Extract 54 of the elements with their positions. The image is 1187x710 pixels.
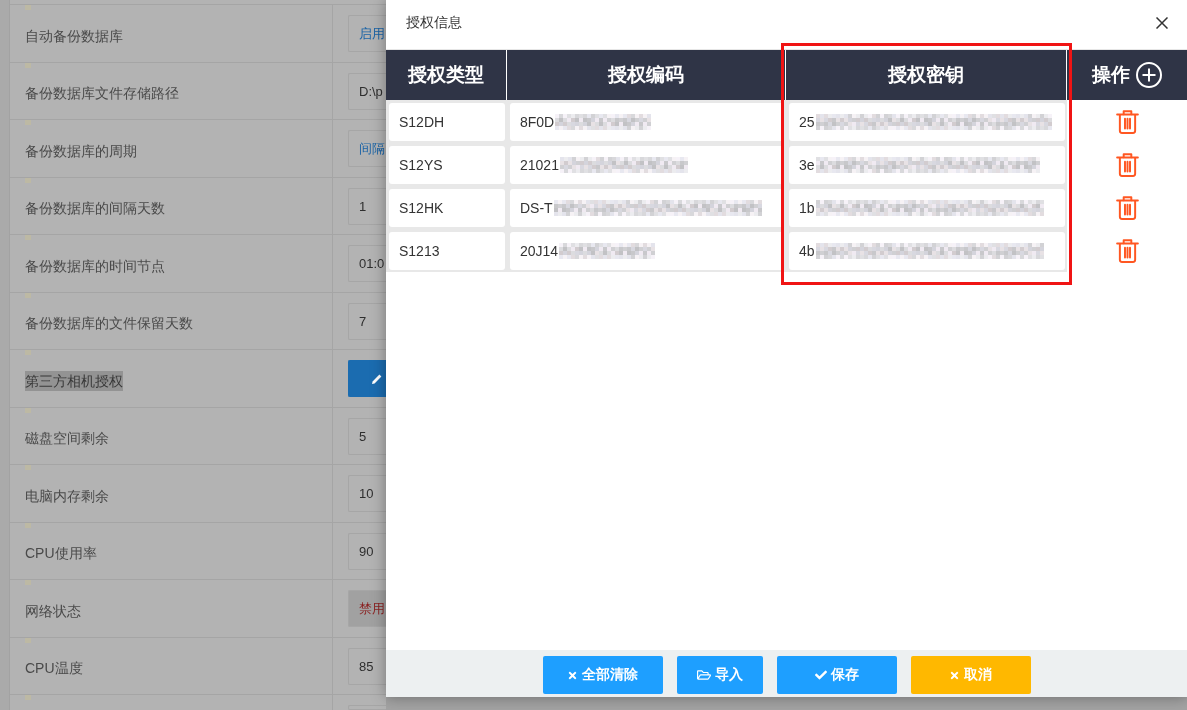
folder-icon — [696, 668, 711, 682]
trash-icon[interactable] — [1115, 109, 1139, 134]
cell-text: 8F0D — [520, 114, 555, 130]
square-marker-icon — [25, 235, 31, 240]
cell-text: 3e — [799, 157, 815, 173]
setting-label: 备份数据库的间隔天数 — [25, 199, 165, 219]
square-marker-icon — [25, 292, 31, 298]
square-marker-icon — [25, 5, 31, 10]
cell-text: 1b — [799, 200, 815, 216]
table-cell: S12YS — [389, 146, 505, 184]
square-marker-icon — [25, 695, 31, 700]
edit-button[interactable] — [348, 360, 386, 397]
cell-text: 25 — [799, 114, 815, 130]
setting-label: 磁盘空间剩余 — [25, 429, 109, 449]
pencil-icon — [372, 373, 382, 384]
x-icon — [949, 669, 960, 681]
setting-label: 备份数据库的文件保留天数 — [25, 314, 193, 334]
table-cell: S12DH — [389, 103, 505, 141]
table-cell: S1213 — [389, 232, 505, 270]
setting-label: CPU温度 — [25, 659, 83, 679]
trash-icon[interactable] — [1115, 238, 1139, 263]
trash-icon[interactable] — [1115, 195, 1139, 220]
setting-label: 备份数据库文件存储路径 — [25, 84, 179, 104]
table-cell: S12HK — [389, 189, 505, 227]
column-title: 授权密钥 — [888, 63, 964, 87]
square-marker-icon — [25, 407, 31, 413]
setting-label: 备份数据库的时间节点 — [25, 256, 165, 276]
setting-label: 备份数据库的周期 — [25, 141, 137, 161]
setting-label: 网络状态 — [25, 601, 81, 621]
square-marker-icon — [25, 465, 31, 470]
cell-text: DS-T — [520, 200, 553, 216]
setting-label: 电脑内存剩余 — [25, 486, 109, 506]
square-marker-icon — [25, 120, 31, 125]
cell-text: 4b — [799, 243, 815, 259]
setting-label: CPU使用率 — [25, 544, 97, 564]
cell-text: 21021 — [520, 157, 559, 173]
square-marker-icon — [25, 62, 31, 68]
column-title: 操作 — [1092, 63, 1130, 87]
trash-icon[interactable] — [1115, 152, 1139, 177]
square-marker-icon — [25, 580, 31, 585]
cell-text: 20J14 — [520, 243, 559, 259]
x-icon — [567, 669, 578, 681]
plus-circle-icon[interactable] — [1136, 62, 1162, 88]
setting-label: 自动备份数据库 — [25, 26, 123, 46]
column-title: 授权编码 — [608, 63, 684, 87]
check-icon — [814, 669, 827, 681]
close-icon[interactable] — [1156, 16, 1168, 29]
square-marker-icon — [25, 177, 31, 183]
square-marker-icon — [25, 522, 31, 528]
column-title: 授权类型 — [408, 63, 484, 87]
square-marker-icon — [25, 350, 31, 355]
setting-label: 第三方相机授权 — [25, 370, 123, 391]
square-marker-icon — [25, 637, 31, 643]
dialog-title: 授权信息 — [406, 13, 462, 32]
